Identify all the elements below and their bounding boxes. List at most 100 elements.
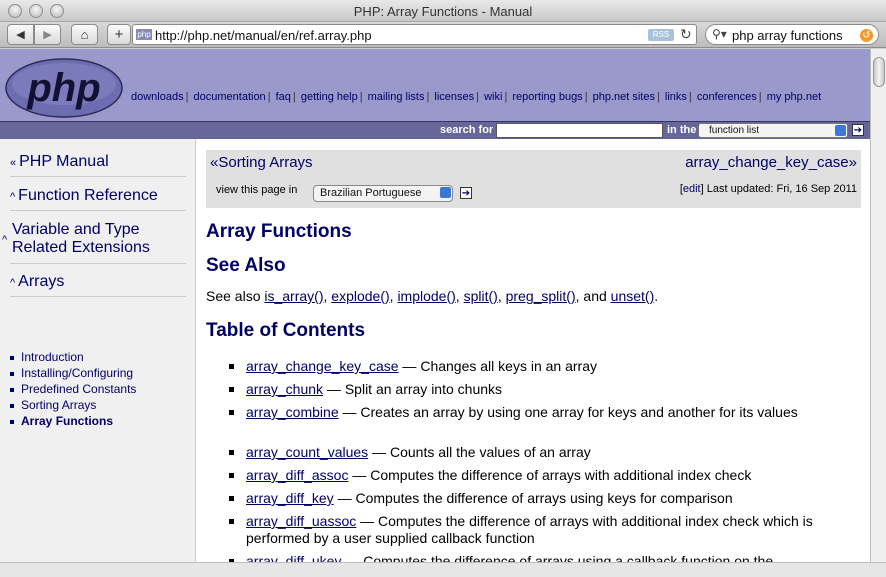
select-arrows-icon [835,125,846,136]
see-also-link[interactable]: explode() [331,288,389,304]
see-also-link[interactable]: preg_split() [506,288,576,304]
sidebar-link-variable-type[interactable]: ^ Variable and Type Related Extensions [2,221,150,257]
bullet-icon [10,355,14,360]
toc-link[interactable]: array_combine [246,404,339,420]
toc-item: array_diff_ukey — Computes the differenc… [229,553,856,562]
browser-toolbar: ◀ ▶ ⌂ + php http://php.net/manual/en/ref… [0,22,886,48]
sidebar-item-sorting-arrays[interactable]: Sorting Arrays [10,398,96,412]
magnifier-icon[interactable]: ⚲▾ [712,27,727,41]
toc-link[interactable]: array_diff_assoc [246,467,348,483]
last-updated-text: Last updated: Fri, 16 Sep 2011 [706,183,857,195]
window-title: PHP: Array Functions - Manual [353,4,533,19]
browser-search-field[interactable]: ⚲▾ php array functions ↺ [705,24,879,45]
next-page-link[interactable]: array_change_key_case» [685,154,857,171]
toc-link[interactable]: array_chunk [246,381,323,397]
nav-links[interactable]: links [665,91,687,103]
see-also-heading: See Also [206,255,286,276]
php-logo[interactable]: php [4,57,124,119]
toc-desc: Changes all keys in an array [420,358,597,374]
sidebar-link-label: Variable and Type [12,221,140,238]
reload-icon[interactable]: ↻ [680,26,692,43]
toc-link[interactable]: array_diff_uassoc [246,513,356,529]
sidebar-divider [10,296,186,297]
sidebar-item-installing[interactable]: Installing/Configuring [10,366,133,380]
sidebar-link-arrays[interactable]: ^ Arrays [10,273,64,292]
clear-search-icon[interactable]: ↺ [860,29,873,42]
left-sidebar: «PHP Manual ^ Function Reference ^ Variab… [0,139,196,562]
see-also-link[interactable]: split() [464,288,498,304]
view-page-in-label: view this page in [216,184,298,196]
see-also-link[interactable]: is_array() [264,288,323,304]
search-go-button[interactable]: ➔ [852,124,864,136]
toc-desc: Split an array into chunks [344,381,503,397]
sidebar-divider [10,263,186,264]
top-navigation: downloads | documentation | faq | getting h… [131,91,822,103]
url-text[interactable]: http://php.net/manual/en/ref.array.php [155,28,372,43]
sidebar-item-array-functions[interactable]: Array Functions [10,414,113,428]
toc-item: array_diff_key — Computes the difference… [229,490,856,507]
toc-item: array_diff_uassoc — Computes the differe… [229,513,856,547]
in-the-label: in the [667,124,697,136]
vertical-scrollbar[interactable] [870,49,886,562]
toc-link[interactable]: array_count_values [246,444,368,460]
up-arrow-icon: ^ [10,191,16,203]
see-also-and: and [583,288,607,304]
up-arrow-icon: ^ [10,277,16,289]
horizontal-scrollbar[interactable] [0,562,886,577]
sidebar-link-label: Arrays [18,273,65,290]
nav-wiki[interactable]: wiki [484,91,502,103]
edit-link[interactable]: edit [683,183,701,195]
bullet-icon [229,496,234,501]
back-arrow-icon: ◀ [16,29,25,41]
toc-link[interactable]: array_diff_ukey [246,553,341,562]
nav-mailing-lists[interactable]: mailing lists [368,91,425,103]
home-icon: ⌂ [80,27,89,42]
address-bar[interactable]: php http://php.net/manual/en/ref.array.p… [132,24,697,45]
forward-button[interactable]: ▶ [34,24,61,45]
sidebar-item-introduction[interactable]: Introduction [10,350,84,364]
sidebar-link-function-reference[interactable]: ^ Function Reference [10,187,158,206]
nav-faq[interactable]: faq [276,91,291,103]
site-search-bar: search for in the function list ➔ [0,121,870,139]
prev-page-link[interactable]: «Sorting Arrays [210,154,313,171]
language-select-value: Brazilian Portuguese [320,187,422,199]
bullet-icon [10,371,14,376]
sidebar-item-predefined-constants[interactable]: Predefined Constants [10,382,136,396]
home-button[interactable]: ⌂ [71,24,98,45]
see-also-paragraph: See also is_array(), explode(), implode(… [206,288,659,304]
toc-item: array_change_key_case — Changes all keys… [229,358,856,375]
nav-reporting-bugs[interactable]: reporting bugs [512,91,582,103]
add-bookmark-button[interactable]: + [107,24,131,45]
sidebar-item-label: Array Functions [21,414,114,428]
nav-documentation[interactable]: documentation [194,91,266,103]
nav-getting-help[interactable]: getting help [301,91,358,103]
toc-link[interactable]: array_change_key_case [246,358,399,374]
nav-conferences[interactable]: conferences [697,91,757,103]
bullet-icon [229,519,234,524]
sidebar-link-label: PHP Manual [19,153,109,170]
language-go-button[interactable]: ➔ [460,187,472,199]
scrollbar-thumb[interactable] [873,57,885,87]
rss-button[interactable]: RSS [648,29,674,41]
language-select[interactable]: Brazilian Portuguese [313,185,453,202]
bullet-icon [10,403,14,408]
up-arrow-icon: ^ [2,234,8,246]
toc-item: array_combine — Creates an array by usin… [229,404,856,421]
toc-link[interactable]: array_diff_key [246,490,334,506]
nav-my-php-net[interactable]: my php.net [767,91,821,103]
page-title: Array Functions [206,221,352,242]
nav-licenses[interactable]: licenses [434,91,474,103]
see-also-link[interactable]: implode() [397,288,455,304]
bullet-icon [229,410,234,415]
nav-downloads[interactable]: downloads [131,91,184,103]
browser-search-text[interactable]: php array functions [732,28,843,43]
see-also-link[interactable]: unset() [611,288,655,304]
site-search-input[interactable] [496,123,663,138]
nav-php-net-sites[interactable]: php.net sites [593,91,655,103]
sidebar-link-php-manual[interactable]: «PHP Manual [10,153,109,172]
sidebar-item-label: Sorting Arrays [21,398,97,412]
back-button[interactable]: ◀ [7,24,34,45]
search-scope-select[interactable]: function list [698,123,848,138]
bullet-icon [10,387,14,392]
last-updated: [edit] Last updated: Fri, 16 Sep 2011 [679,183,857,195]
